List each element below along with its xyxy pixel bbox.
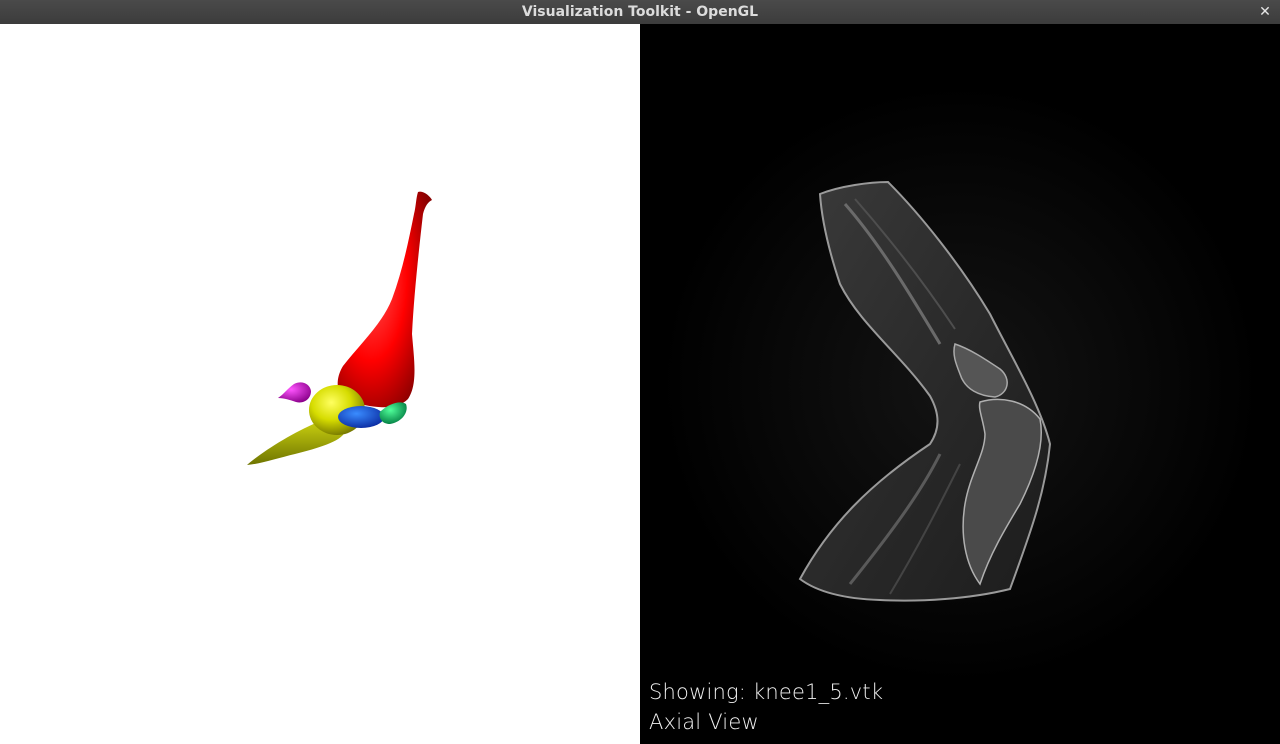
mri-knee-slice — [660, 84, 1260, 684]
patella-mesh — [338, 406, 384, 428]
window-title: Visualization Toolkit - OpenGL — [521, 4, 759, 20]
femur-mesh — [337, 191, 432, 408]
mri-slice-viewport[interactable]: Showing: knee1_5.vtk Axial View — [640, 24, 1280, 744]
file-name-label: Showing: knee1_5.vtk — [649, 680, 884, 704]
view-mode-label: Axial View — [649, 710, 759, 734]
window-titlebar: Visualization Toolkit - OpenGL ✕ — [0, 0, 1280, 24]
3d-render-viewport[interactable] — [0, 24, 640, 744]
bone-model-render — [247, 191, 432, 465]
fibula-mesh — [278, 382, 311, 403]
close-icon[interactable]: ✕ — [1256, 3, 1274, 21]
